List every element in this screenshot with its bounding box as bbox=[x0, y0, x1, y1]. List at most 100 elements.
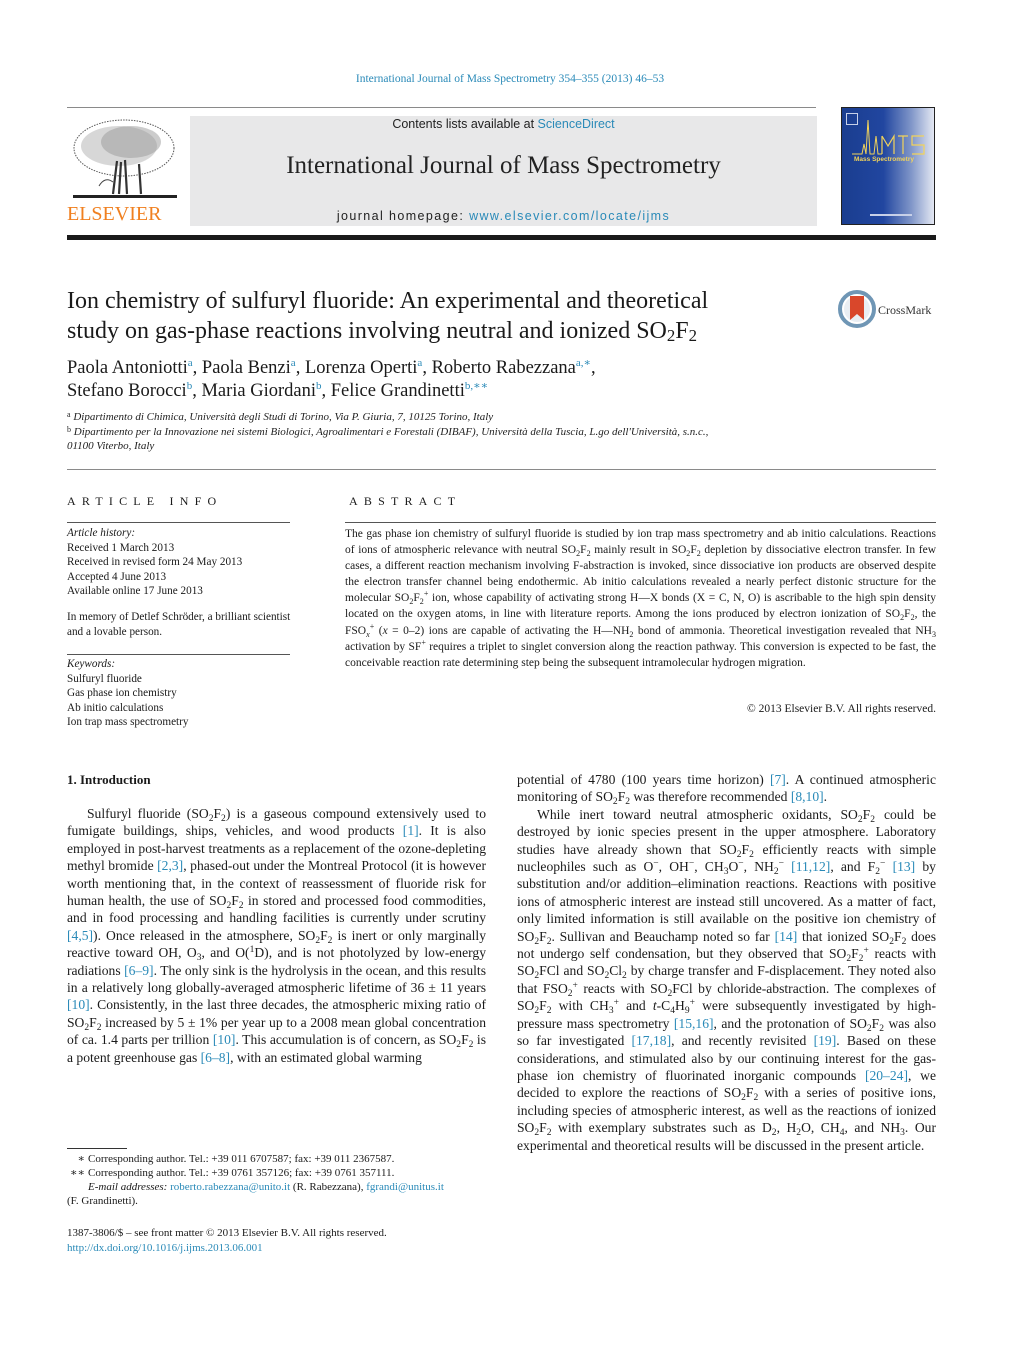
elsevier-tree-icon bbox=[73, 119, 177, 198]
affiliation-b-cont: 01100 Viterbo, Italy bbox=[67, 440, 155, 452]
author-affil-mark[interactable]: a bbox=[291, 357, 296, 369]
crossmark-label: CrossMark bbox=[878, 303, 932, 317]
section-heading-introduction: 1. Introduction bbox=[67, 772, 151, 787]
abstract-heading: ABSTRACT bbox=[349, 494, 462, 508]
citation-link[interactable]: [7] bbox=[770, 772, 786, 787]
history-online: Available online 17 June 2013 bbox=[67, 585, 203, 597]
footnote-text: Corresponding author. Tel.: +39 0761 357… bbox=[88, 1167, 395, 1179]
title-line-2-text: study on gas-phase reactions involving n… bbox=[67, 318, 667, 344]
citation-link[interactable]: [17,18] bbox=[631, 1033, 671, 1048]
author-name[interactable]: Felice Grandinetti bbox=[331, 381, 465, 401]
article-history-label: Article history: bbox=[67, 527, 136, 539]
author-affil-mark[interactable]: a,∗ bbox=[576, 357, 591, 369]
footnote-emails: E-mail addresses: roberto.rabezzana@unit… bbox=[67, 1180, 497, 1194]
paragraph: Sulfuryl fluoride (SO2F2) is a gaseous c… bbox=[67, 806, 487, 1065]
email-owner: (R. Rabezzana), bbox=[290, 1181, 367, 1193]
footnote-mark: ∗ bbox=[77, 1153, 85, 1165]
author-name[interactable]: Paola Benzi bbox=[202, 358, 291, 378]
keywords-label: Keywords: bbox=[67, 658, 116, 670]
citation-link[interactable]: [4,5] bbox=[67, 928, 93, 943]
contents-line: Contents lists available at ScienceDirec… bbox=[190, 117, 817, 131]
doi-link[interactable]: http://dx.doi.org/10.1016/j.ijms.2013.06… bbox=[67, 1242, 263, 1254]
footnote-text: Corresponding author. Tel.: +39 011 6707… bbox=[88, 1153, 395, 1165]
citation-link[interactable]: [20–24] bbox=[865, 1068, 908, 1083]
email-link-rabezzana[interactable]: roberto.rabezzana@unito.it bbox=[170, 1181, 290, 1193]
history-revised: Received in revised form 24 May 2013 bbox=[67, 556, 243, 568]
citation-link[interactable]: [6–8] bbox=[201, 1050, 230, 1065]
title-line-1: Ion chemistry of sulfuryl fluoride: An e… bbox=[67, 288, 709, 314]
crossmark-icon bbox=[838, 290, 876, 328]
affiliation-text: Dipartimento per la Innovazione nei sist… bbox=[73, 425, 709, 438]
affiliation-a: a Dipartimento di Chimica, Università de… bbox=[67, 410, 947, 425]
author-name[interactable]: Lorenza Operti bbox=[305, 358, 417, 378]
running-header[interactable]: International Journal of Mass Spectromet… bbox=[0, 73, 1020, 85]
article-info-rule bbox=[67, 522, 290, 523]
author-affil-mark[interactable]: a bbox=[417, 357, 422, 369]
footnotes: ∗ Corresponding author. Tel.: +39 011 670… bbox=[67, 1152, 497, 1208]
issn-line: 1387-3806/$ – see front matter © 2013 El… bbox=[67, 1227, 387, 1239]
citation-link[interactable]: [14] bbox=[775, 929, 798, 944]
citation-link[interactable]: [6–9] bbox=[124, 963, 153, 978]
keyword[interactable]: Ab initio calculations bbox=[67, 701, 292, 716]
citation-link[interactable]: [11,12] bbox=[791, 859, 830, 874]
citation-link[interactable]: [10] bbox=[213, 1032, 236, 1047]
citation-link[interactable]: [13] bbox=[893, 859, 916, 874]
crossmark-badge[interactable]: CrossMark bbox=[838, 290, 938, 330]
author-affil-mark[interactable]: b bbox=[316, 380, 322, 392]
footnote-mark: ∗∗ bbox=[70, 1167, 85, 1179]
sciencedirect-link[interactable]: ScienceDirect bbox=[538, 117, 615, 131]
journal-cover-thumbnail[interactable]: Mass Spectrometry bbox=[841, 107, 935, 225]
author-affil-mark[interactable]: b,∗∗ bbox=[465, 380, 488, 392]
keywords: Keywords: Sulfuryl fluoride Gas phase io… bbox=[67, 657, 292, 730]
affiliation-mark: b bbox=[67, 424, 71, 434]
article-history: Article history: Received 1 March 2013 R… bbox=[67, 526, 292, 599]
citation-link[interactable]: [15,16] bbox=[674, 1016, 714, 1031]
author-name[interactable]: Maria Giordani bbox=[201, 381, 316, 401]
author-name[interactable]: Stefano Borocci bbox=[67, 381, 187, 401]
journal-homepage-line: journal homepage: www.elsevier.com/locat… bbox=[190, 209, 817, 223]
body-column-right: potential of 4780 (100 years time horizo… bbox=[517, 771, 936, 1154]
paragraph: potential of 4780 (100 years time horizo… bbox=[517, 772, 936, 808]
title-block-rule bbox=[67, 469, 936, 470]
author-name[interactable]: Paola Antoniotti bbox=[67, 358, 188, 378]
keyword[interactable]: Sulfuryl fluoride bbox=[67, 672, 292, 687]
contents-prefix: Contents lists available at bbox=[392, 117, 538, 131]
citation-link[interactable]: [1] bbox=[403, 823, 419, 838]
citation-link[interactable]: [19] bbox=[814, 1033, 837, 1048]
abstract-text: The gas phase ion chemistry of sulfuryl … bbox=[345, 528, 937, 669]
email-label: E-mail addresses: bbox=[88, 1181, 168, 1193]
article-title: Ion chemistry of sulfuryl fluoride: An e… bbox=[67, 286, 807, 346]
footnote-rule bbox=[67, 1148, 127, 1149]
keyword[interactable]: Gas phase ion chemistry bbox=[67, 686, 292, 701]
dedication: In memory of Detlef Schröder, a brillian… bbox=[67, 611, 291, 638]
cover-footer-line bbox=[870, 214, 912, 216]
article-info-heading: ARTICLE INFO bbox=[67, 494, 223, 508]
author-line-1: Paola Antoniottia, Paola Benzia, Lorenza… bbox=[67, 357, 596, 379]
affiliation-text: Dipartimento di Chimica, Università degl… bbox=[73, 411, 494, 423]
front-matter: 1387-3806/$ – see front matter © 2013 El… bbox=[67, 1226, 497, 1255]
journal-title: International Journal of Mass Spectromet… bbox=[286, 152, 721, 179]
citation-link[interactable]: [10] bbox=[67, 997, 90, 1012]
elsevier-logo[interactable]: ELSEVIER bbox=[67, 114, 183, 226]
paragraph: While inert toward neutral atmospheric o… bbox=[517, 806, 937, 1153]
journal-homepage-link[interactable]: www.elsevier.com/locate/ijms bbox=[469, 209, 670, 223]
citation-link[interactable]: [8,10] bbox=[791, 789, 824, 804]
email-owner: (F. Grandinetti). bbox=[67, 1195, 138, 1207]
author-affil-mark[interactable]: b bbox=[187, 380, 193, 392]
masthead-top-rule bbox=[67, 107, 816, 108]
masthead-bottom-rule bbox=[67, 235, 936, 240]
abstract-rule bbox=[345, 522, 936, 523]
cover-spectrum-logo-icon bbox=[852, 119, 925, 155]
title-line-2: study on gas-phase reactions involving n… bbox=[67, 318, 698, 345]
author-affil-mark[interactable]: a bbox=[188, 357, 193, 369]
keyword[interactable]: Ion trap mass spectrometry bbox=[67, 715, 292, 730]
email-link-grandinetti[interactable]: fgrandi@unitus.it bbox=[366, 1181, 444, 1193]
body-column-left: Sulfuryl fluoride (SO2F2) is a gaseous c… bbox=[67, 805, 486, 1066]
footnote-corresponding-1: ∗ Corresponding author. Tel.: +39 011 670… bbox=[67, 1152, 497, 1166]
history-accepted: Accepted 4 June 2013 bbox=[67, 570, 167, 583]
citation-link[interactable]: [2,3] bbox=[157, 858, 183, 873]
affiliation-b: b Dipartimento per la Innovazione nei si… bbox=[67, 425, 947, 440]
author-list: Paola Antoniottia, Paola Benzia, Lorenza… bbox=[67, 357, 927, 403]
history-received: Received 1 March 2013 bbox=[67, 541, 175, 554]
author-name[interactable]: Roberto Rabezzana bbox=[432, 358, 576, 378]
